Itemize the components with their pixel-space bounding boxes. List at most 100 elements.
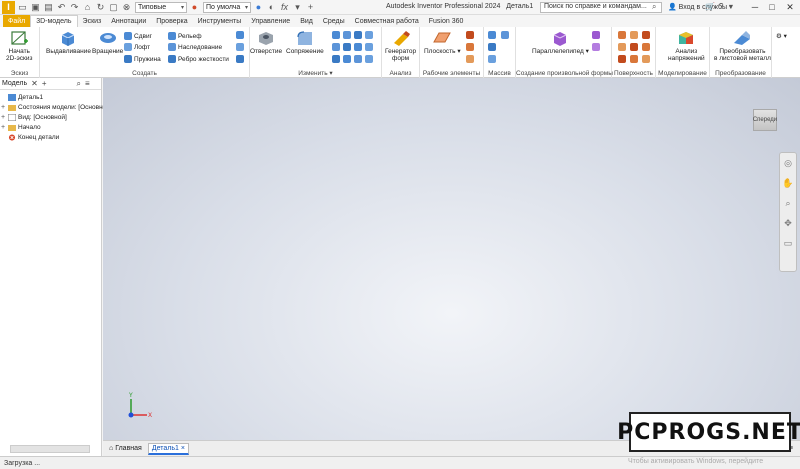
patch-icon[interactable] bbox=[630, 31, 638, 39]
extrude-button[interactable]: Выдавливание bbox=[46, 29, 91, 55]
mirror-icon[interactable] bbox=[488, 55, 496, 63]
combine-icon[interactable] bbox=[343, 43, 351, 51]
tree-item-part[interactable]: Деталь1 bbox=[0, 92, 43, 102]
axis-icon[interactable] bbox=[466, 31, 474, 39]
inventor-logo-icon[interactable]: I bbox=[2, 0, 15, 14]
box-button[interactable]: Параллелепипед ▾ bbox=[532, 29, 589, 55]
derive-button[interactable]: Наследование bbox=[168, 42, 222, 52]
close-icon[interactable]: ✕ bbox=[31, 79, 38, 88]
plus-icon[interactable]: + bbox=[305, 2, 316, 13]
add-icon[interactable]: + bbox=[42, 79, 47, 88]
cart-icon[interactable]: 🛒 bbox=[705, 2, 715, 11]
tab-fusion-360[interactable]: Fusion 360 bbox=[424, 15, 469, 27]
tab-tools[interactable]: Инструменты bbox=[193, 15, 247, 27]
appearance-combo[interactable]: Типовые ▾ bbox=[135, 1, 187, 13]
pattern-extra-icon[interactable] bbox=[501, 31, 509, 39]
point-icon[interactable] bbox=[466, 43, 474, 51]
tree-item-origin[interactable]: + Начало bbox=[0, 122, 41, 132]
select-icon[interactable]: ▢ bbox=[108, 2, 119, 13]
rib-button[interactable]: Ребро жесткости bbox=[168, 54, 229, 64]
coil-button[interactable]: Пружина bbox=[124, 54, 161, 64]
ribbon-settings-button[interactable]: ⚙ ▾ bbox=[776, 31, 787, 41]
tab-file[interactable]: Файл bbox=[3, 15, 31, 27]
tab-sketch[interactable]: Эскиз bbox=[78, 15, 107, 27]
tab-manage[interactable]: Управление bbox=[246, 15, 295, 27]
viewcube[interactable]: Спереди bbox=[753, 109, 777, 131]
unwrap-icon[interactable] bbox=[236, 31, 244, 39]
appearance-icon[interactable]: ● bbox=[253, 2, 264, 13]
pan-icon[interactable]: ✋ bbox=[782, 177, 794, 189]
shell-icon[interactable] bbox=[343, 31, 351, 39]
search-icon[interactable]: ⌕ bbox=[77, 79, 81, 89]
open-icon[interactable]: ▣ bbox=[30, 2, 41, 13]
start-sketch-button[interactable]: Начать 2D-эскиз bbox=[6, 29, 33, 62]
fit-mesh-icon[interactable] bbox=[642, 55, 650, 63]
home-icon[interactable]: ⌂ bbox=[82, 2, 93, 13]
ucs-icon[interactable] bbox=[466, 55, 474, 63]
move-bodies-icon[interactable] bbox=[332, 55, 340, 63]
expand-icon[interactable]: + bbox=[0, 104, 6, 111]
tree-item-end-of-part[interactable]: Конец детали bbox=[0, 132, 59, 142]
circular-pattern-icon[interactable] bbox=[488, 43, 496, 51]
tab-part1[interactable]: Деталь1 × bbox=[147, 442, 189, 455]
sculpt-icon[interactable] bbox=[642, 31, 650, 39]
close-icon[interactable]: × bbox=[181, 445, 185, 452]
rectangular-pattern-icon[interactable] bbox=[488, 31, 496, 39]
thread-icon[interactable] bbox=[365, 31, 373, 39]
thicken-icon[interactable] bbox=[236, 43, 244, 51]
search-icon[interactable]: ⌕ bbox=[652, 2, 656, 12]
material-combo[interactable]: По умолча ▾ bbox=[203, 1, 251, 13]
tab-view[interactable]: Вид bbox=[295, 15, 318, 27]
minimize-button[interactable]: ─ bbox=[748, 1, 762, 13]
new-icon[interactable]: ▭ bbox=[17, 2, 28, 13]
delete-face-icon[interactable] bbox=[343, 55, 351, 63]
graphics-viewport[interactable]: Спереди ◎ ✋ ⌕ ✥ ▭ Y X bbox=[103, 78, 800, 440]
import-icon[interactable] bbox=[236, 55, 244, 63]
move-face-icon[interactable] bbox=[354, 43, 362, 51]
cancel-icon[interactable]: ⊗ bbox=[121, 2, 132, 13]
browser-tab-model[interactable]: Модель bbox=[2, 80, 27, 87]
expand-icon[interactable]: + bbox=[0, 114, 6, 121]
stitch-icon[interactable] bbox=[618, 31, 626, 39]
boundary-patch-icon[interactable] bbox=[642, 43, 650, 51]
zoom-icon[interactable]: ⌕ bbox=[782, 197, 794, 209]
color-sphere-icon[interactable]: ● bbox=[189, 2, 200, 13]
convert-sheet-metal-button[interactable]: Преобразовать в листовой металл bbox=[714, 29, 771, 62]
browser-scrollbar[interactable] bbox=[10, 445, 90, 453]
sweep-button[interactable]: Сдвиг bbox=[124, 31, 152, 41]
trim-icon[interactable] bbox=[618, 43, 626, 51]
direct-edit-icon[interactable] bbox=[365, 55, 373, 63]
close-button[interactable]: ✕ bbox=[783, 1, 797, 13]
draft-icon[interactable] bbox=[354, 31, 362, 39]
tab-inspect[interactable]: Проверка bbox=[151, 15, 192, 27]
tab-home[interactable]: ⌂ Главная bbox=[106, 443, 145, 455]
hole-button[interactable]: Отверстие bbox=[250, 29, 282, 55]
emboss-button[interactable]: Рельеф bbox=[168, 31, 202, 41]
edit-form-icon[interactable] bbox=[592, 31, 600, 39]
clear-appearance-icon[interactable]: ◐ bbox=[266, 2, 277, 13]
tree-item-model-states[interactable]: + Состояния модели: [Основной] bbox=[0, 102, 112, 112]
chamfer-icon[interactable] bbox=[332, 31, 340, 39]
chevron-down-icon[interactable]: ▾ bbox=[729, 2, 733, 11]
tab-3d-model[interactable]: 3D-модель bbox=[30, 15, 78, 27]
orbit-icon[interactable]: ✥ bbox=[782, 217, 794, 229]
frame-generator-button[interactable]: Генератор форм bbox=[385, 29, 416, 62]
look-at-icon[interactable]: ▭ bbox=[782, 237, 794, 249]
copy-object-icon[interactable] bbox=[365, 43, 373, 51]
undo-icon[interactable]: ↶ bbox=[56, 2, 67, 13]
redo-icon[interactable]: ↷ bbox=[69, 2, 80, 13]
maximize-button[interactable]: □ bbox=[765, 1, 779, 13]
convert-freeform-icon[interactable] bbox=[592, 43, 600, 51]
expand-icon[interactable]: + bbox=[0, 124, 6, 131]
stress-analysis-button[interactable]: Анализ напряжений bbox=[668, 29, 705, 62]
tab-collaborate[interactable]: Совместная работа bbox=[350, 15, 424, 27]
loft-button[interactable]: Лофт bbox=[124, 42, 150, 52]
update-icon[interactable]: ↻ bbox=[95, 2, 106, 13]
menu-icon[interactable]: ≡ bbox=[85, 79, 90, 88]
revolve-button[interactable]: Вращение bbox=[92, 29, 123, 55]
tab-environments[interactable]: Среды bbox=[318, 15, 350, 27]
parameters-icon[interactable]: fx bbox=[279, 2, 290, 13]
extend-icon[interactable] bbox=[630, 43, 638, 51]
save-icon[interactable]: ▤ bbox=[43, 2, 54, 13]
fillet-button[interactable]: Сопряжение bbox=[286, 29, 324, 55]
